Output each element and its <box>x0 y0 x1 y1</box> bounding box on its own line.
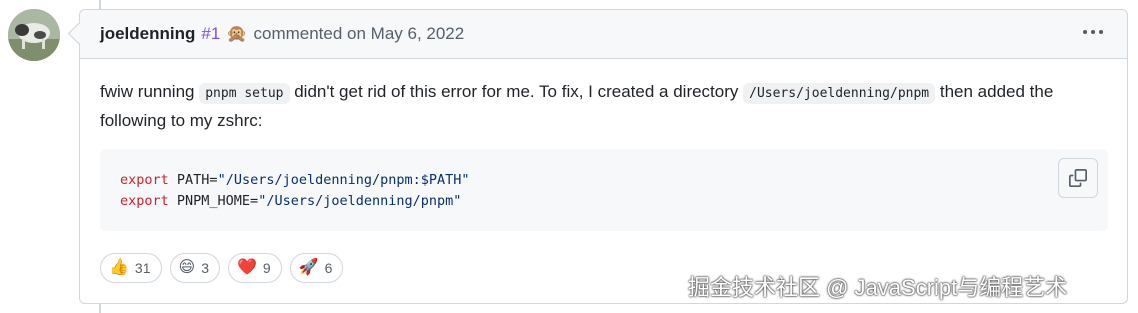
issue-reference[interactable]: #1 <box>201 24 220 44</box>
comment-timestamp[interactable]: commented on May 6, 2022 <box>253 24 464 44</box>
author-link[interactable]: joeldenning <box>100 24 195 44</box>
kebab-horizontal-icon[interactable] <box>1081 22 1105 42</box>
inline-code-directory: /Users/joeldenning/pnpm <box>743 83 936 104</box>
code-text: PATH= <box>168 172 218 188</box>
inline-code-pnpm-setup: pnpm setup <box>199 83 290 104</box>
comment-body: fwiw running pnpm setup didn't get rid o… <box>100 78 1105 134</box>
reaction-laugh[interactable]: 😄 3 <box>169 253 220 283</box>
code-text: PNPM_HOME= <box>168 193 259 209</box>
code-content: export PATH="/Users/joeldenning/pnpm:$PA… <box>120 170 470 212</box>
reactions-bar: 👍 31 😄 3 ❤️ 9 🚀 6 <box>100 253 344 283</box>
reaction-thumbs-up[interactable]: 👍 31 <box>100 253 162 283</box>
comment-header-line: joeldenning #1 🙊 commented on May 6, 202… <box>100 24 464 44</box>
reaction-heart[interactable]: ❤️ 9 <box>227 253 282 283</box>
heart-icon: ❤️ <box>236 259 257 276</box>
comment-header: joeldenning #1 🙊 commented on May 6, 202… <box>67 10 1127 59</box>
comment-caret <box>67 22 90 45</box>
body-text-1: fwiw running <box>100 82 200 101</box>
comment-box: joeldenning #1 🙊 commented on May 6, 202… <box>67 9 1128 304</box>
reaction-count: 6 <box>324 260 333 276</box>
copy-icon <box>1069 169 1087 187</box>
laugh-icon: 😄 <box>178 259 196 276</box>
reaction-count: 31 <box>134 260 151 276</box>
watermark-text: 掘金技术社区 @ JavaScript与编程艺术 <box>688 275 1068 300</box>
reaction-count: 3 <box>201 260 209 276</box>
author-status-emoji: 🙊 <box>226 24 248 43</box>
code-string: "/Users/joeldenning/pnpm:$PATH" <box>217 172 470 188</box>
reaction-rocket[interactable]: 🚀 6 <box>289 253 344 283</box>
reaction-count: 9 <box>262 260 271 276</box>
copy-button[interactable] <box>1058 158 1098 198</box>
body-text-2: didn't get rid of this error for me. To … <box>289 82 744 101</box>
avatar-image <box>8 9 60 61</box>
rocket-icon: 🚀 <box>298 259 319 276</box>
code-keyword: export <box>120 172 169 188</box>
code-keyword: export <box>120 193 169 209</box>
avatar[interactable] <box>8 9 60 61</box>
code-block: export PATH="/Users/joeldenning/pnpm:$PA… <box>100 149 1108 231</box>
thumbs-up-icon: 👍 <box>109 259 129 276</box>
code-string: "/Users/joeldenning/pnpm" <box>258 193 462 209</box>
